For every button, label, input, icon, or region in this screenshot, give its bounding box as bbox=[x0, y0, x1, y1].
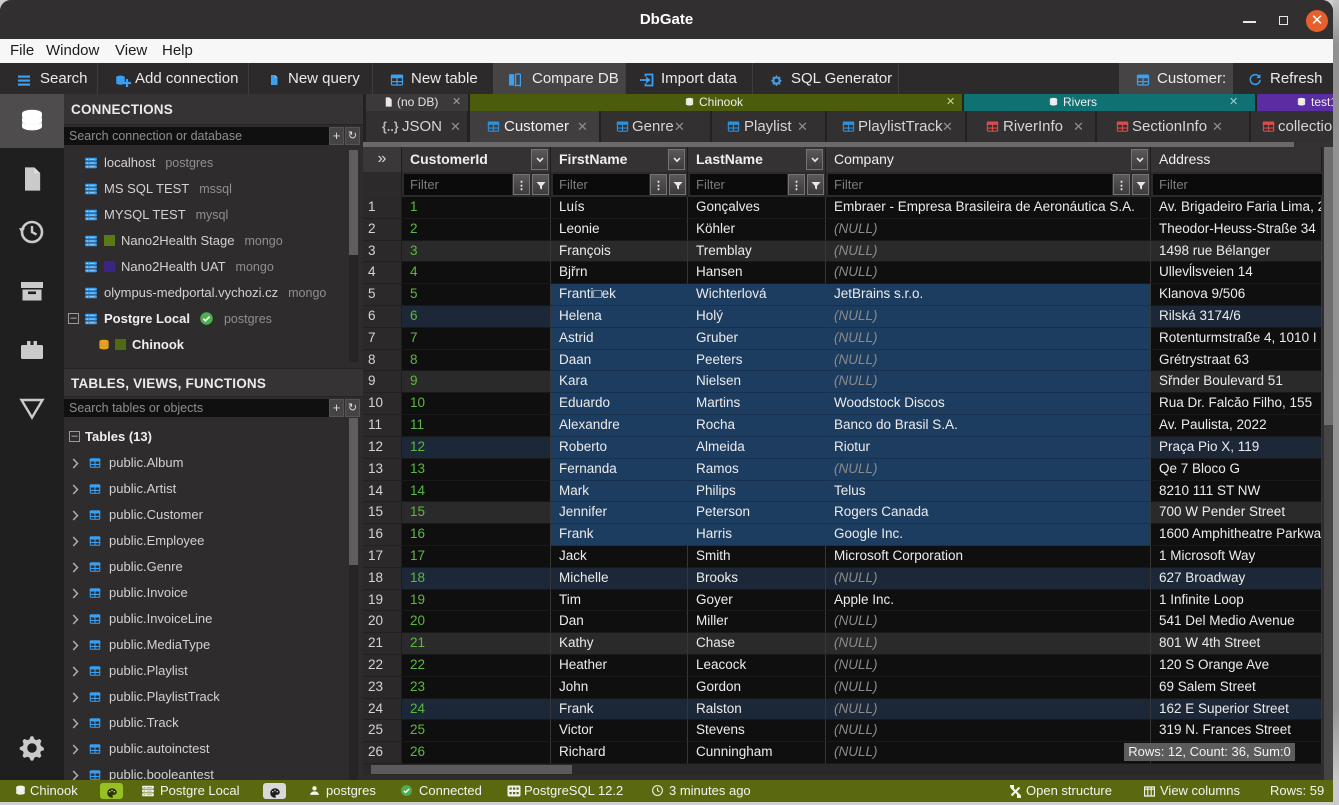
svg-text:{..}: {..} bbox=[382, 120, 399, 134]
